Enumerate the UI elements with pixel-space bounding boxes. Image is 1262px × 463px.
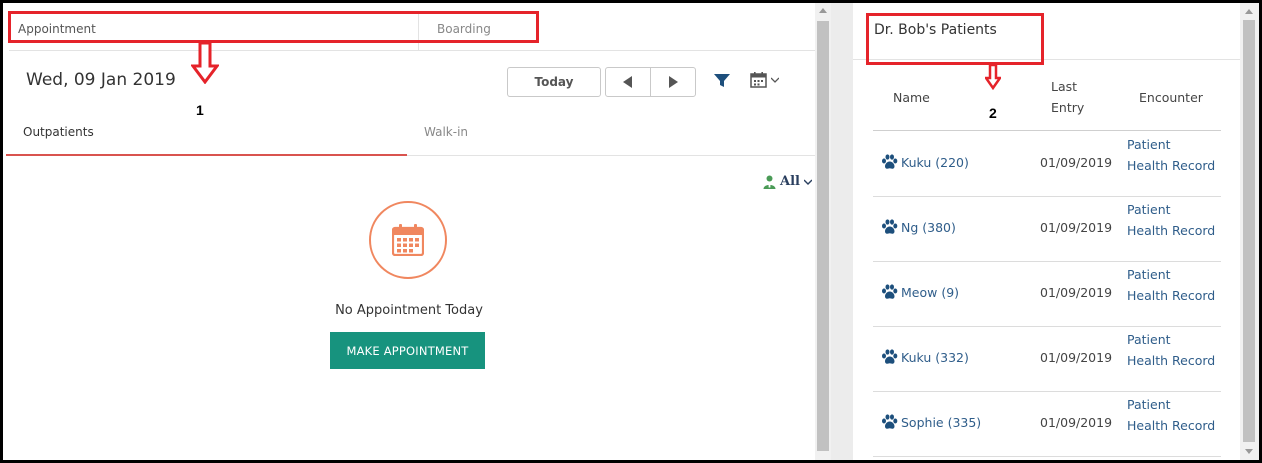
chevron-down-icon — [803, 179, 812, 185]
empty-state-message: No Appointment Today — [335, 303, 483, 318]
patient-name: Meow (9) — [901, 284, 960, 300]
filter-icon — [714, 74, 730, 87]
health-record-link[interactable]: Patient Health Record — [1127, 264, 1215, 306]
panel-divider — [831, 3, 853, 460]
last-entry-date: 01/09/2019 — [1040, 220, 1113, 235]
table-row: Kuku (332) 01/09/2019 Patient Health Record — [873, 327, 1221, 392]
table-header-divider — [873, 130, 1221, 131]
empty-calendar-badge — [369, 201, 447, 279]
column-header-last-entry: Last Entry — [1051, 76, 1084, 118]
health-record-link[interactable]: Patient Health Record — [1127, 329, 1215, 371]
left-scrollbar[interactable] — [815, 3, 831, 460]
health-record-link[interactable]: Patient Health Record — [1127, 394, 1215, 436]
patient-name: Sophie (335) — [901, 414, 982, 430]
annotation-label-2: 2 — [989, 105, 997, 121]
health-record-link-line2: Health Record — [1127, 288, 1216, 303]
tab-outpatients[interactable]: Outpatients — [6, 116, 407, 156]
current-date-title: Wed, 09 Jan 2019 — [26, 70, 176, 90]
right-scrollbar[interactable] — [1240, 3, 1259, 460]
paw-icon — [882, 349, 898, 364]
last-entry-date: 01/09/2019 — [1040, 350, 1113, 365]
health-record-link-line1: Patient — [1127, 397, 1171, 412]
patient-name-link[interactable]: Ng (380) — [881, 219, 956, 235]
scrollbar-thumb[interactable] — [1243, 20, 1255, 442]
health-record-link[interactable]: Patient Health Record — [1127, 134, 1215, 176]
chevron-left-icon — [623, 76, 632, 88]
annotation-box-tabs — [8, 11, 539, 43]
column-header-last-entry-line2: Entry — [1051, 100, 1085, 115]
make-appointment-button[interactable]: MAKE APPOINTMENT — [330, 332, 485, 369]
health-record-link-line1: Patient — [1127, 202, 1171, 217]
health-record-link-line2: Health Record — [1127, 158, 1216, 173]
health-record-link-line1: Patient — [1127, 137, 1171, 152]
today-button[interactable]: Today — [507, 67, 601, 97]
patient-name: Kuku (332) — [901, 349, 969, 365]
doctor-icon — [763, 175, 776, 189]
scroll-up-icon[interactable] — [1245, 9, 1253, 14]
appointments-panel: Appointment Boarding Wed, 09 Jan 2019 To… — [3, 3, 815, 460]
last-entry-date: 01/09/2019 — [1040, 415, 1113, 430]
patient-name-link[interactable]: Meow (9) — [881, 284, 959, 300]
vet-filter-value: All — [780, 174, 800, 189]
chevron-down-icon — [771, 77, 779, 83]
chevron-right-icon — [669, 76, 678, 88]
prev-day-button[interactable] — [606, 68, 650, 96]
scrollbar-thumb[interactable] — [817, 21, 829, 451]
health-record-link-line1: Patient — [1127, 267, 1171, 282]
patient-name-link[interactable]: Kuku (332) — [881, 349, 969, 365]
column-header-name: Name — [893, 90, 930, 105]
scroll-down-icon[interactable] — [1245, 449, 1253, 454]
health-record-link-line2: Health Record — [1127, 418, 1216, 433]
annotation-label-1: 1 — [196, 102, 204, 118]
tab-walk-in[interactable]: Walk-in — [424, 116, 468, 139]
paw-icon — [882, 154, 898, 169]
calendar-icon — [750, 72, 767, 88]
vet-filter-dropdown[interactable]: All — [763, 174, 812, 189]
annotation-arrow-down-icon — [985, 64, 1001, 90]
health-record-link-line2: Health Record — [1127, 223, 1216, 238]
annotation-box-patients-title — [866, 13, 1044, 65]
annotation-arrow-down-icon — [191, 42, 219, 84]
table-row: Sophie (335) 01/09/2019 Patient Health Reco… — [873, 392, 1221, 457]
calendar-dropdown[interactable] — [750, 72, 779, 88]
column-header-encounter: Encounter — [1139, 90, 1203, 105]
scroll-up-icon[interactable] — [819, 8, 827, 13]
patient-name: Kuku (220) — [901, 154, 969, 170]
patient-name-link[interactable]: Kuku (220) — [881, 154, 969, 170]
health-record-link-line2: Health Record — [1127, 353, 1216, 368]
paw-icon — [882, 219, 898, 234]
table-row: Kuku (220) 01/09/2019 Patient Health Record — [873, 132, 1221, 197]
paw-icon — [882, 414, 898, 429]
health-record-link[interactable]: Patient Health Record — [1127, 199, 1215, 241]
health-record-link-line1: Patient — [1127, 332, 1171, 347]
patient-name: Ng (380) — [901, 219, 956, 235]
calendar-icon — [392, 224, 424, 256]
last-entry-date: 01/09/2019 — [1040, 155, 1113, 170]
filter-button[interactable] — [714, 73, 730, 92]
next-day-button[interactable] — [650, 68, 695, 96]
patient-name-link[interactable]: Sophie (335) — [881, 414, 981, 430]
table-row: Ng (380) 01/09/2019 Patient Health Record — [873, 197, 1221, 262]
date-nav-group — [605, 67, 696, 97]
table-row: Meow (9) 01/09/2019 Patient Health Record — [873, 262, 1221, 327]
column-header-last-entry-line1: Last — [1051, 79, 1078, 94]
last-entry-date: 01/09/2019 — [1040, 285, 1113, 300]
paw-icon — [882, 284, 898, 299]
visit-type-tabs: Outpatients Walk-in — [6, 116, 815, 156]
patients-panel: Dr. Bob's Patients Name Last Entry Encou… — [853, 3, 1240, 460]
